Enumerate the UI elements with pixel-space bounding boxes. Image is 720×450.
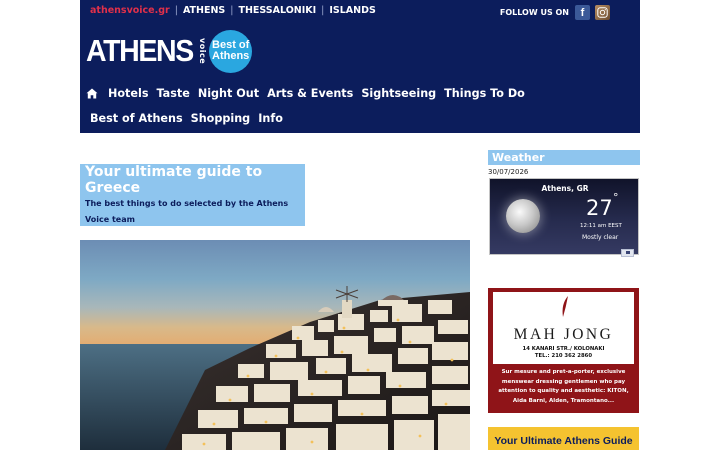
follow-label: FOLLOW US ON	[499, 8, 569, 17]
badge-line2: Athens	[212, 50, 250, 62]
facebook-icon[interactable]: f	[575, 5, 590, 20]
nav-arts-events[interactable]: Arts & Events	[263, 84, 357, 103]
weather-more-icon[interactable]	[621, 249, 634, 257]
nav-sightseeing[interactable]: Sightseeing	[357, 84, 440, 103]
ad-logo-panel: MAH JONG 14 KANARI STR./ KOLONAKI TEL.: …	[493, 292, 634, 364]
ad-address: 14 KANARI STR./ KOLONAKI	[522, 346, 605, 352]
nav-home[interactable]	[86, 84, 104, 103]
nav-best-of-athens[interactable]: Best of Athens	[86, 109, 187, 128]
weather-date: 30/07/2026	[488, 168, 529, 176]
santorini-photo	[80, 240, 470, 450]
intro-box: Your ultimate guide to Greece The best t…	[80, 164, 305, 226]
weather-heading: Weather	[488, 150, 640, 165]
logo-wordmark: ATHENS	[86, 33, 194, 68]
weather-temperature: 27	[586, 196, 613, 220]
hero-image[interactable]	[80, 240, 470, 450]
weather-more-glyph	[625, 251, 630, 254]
weather-time: 12:11 am EEST	[580, 223, 622, 229]
nav-info[interactable]: Info	[254, 109, 287, 128]
site-logo[interactable]: ATHENS voice Best of Athens	[86, 28, 253, 74]
feather-icon	[562, 296, 568, 317]
link-athens[interactable]: ATHENS	[183, 5, 225, 16]
main-nav: Hotels Taste Night Out Arts & Events Sig…	[86, 84, 626, 128]
separator: |	[321, 5, 325, 16]
best-of-athens-badge[interactable]: Best of Athens	[209, 29, 253, 73]
athens-guide-banner[interactable]: Your Ultimate Athens Guide	[488, 427, 639, 450]
moon-icon	[506, 199, 540, 233]
site-header: athensvoice.gr | ATHENS | THESSALONIKI |…	[80, 0, 640, 133]
intro-title: Your ultimate guide to Greece	[85, 164, 263, 196]
instagram-glyph	[597, 7, 608, 18]
link-islands[interactable]: ISLANDS	[329, 5, 375, 16]
separator: |	[174, 5, 178, 16]
nav-hotels[interactable]: Hotels	[104, 84, 152, 103]
degree-symbol: °	[613, 191, 619, 204]
nav-night-out[interactable]: Night Out	[194, 84, 263, 103]
link-thessaloniki[interactable]: THESSALONIKI	[238, 5, 316, 16]
nav-things-to-do[interactable]: Things To Do	[440, 84, 529, 103]
nav-taste[interactable]: Taste	[152, 84, 193, 103]
separator: |	[230, 5, 234, 16]
ad-phone: TEL.: 210 362 2860	[534, 353, 593, 359]
home-icon	[86, 88, 98, 99]
page: athensvoice.gr | ATHENS | THESSALONIKI |…	[80, 0, 640, 450]
mahjong-ad[interactable]: MAH JONG 14 KANARI STR./ KOLONAKI TEL.: …	[488, 288, 639, 413]
ad-brand-name: MAH JONG	[513, 326, 614, 343]
logo-voice: voice	[198, 37, 208, 65]
instagram-icon[interactable]	[595, 5, 610, 20]
intro-subtitle: The best things to do selected by the At…	[85, 199, 289, 224]
weather-widget[interactable]: Athens, GR 27 ° 12:11 am EEST Mostly cle…	[489, 178, 639, 255]
top-links: athensvoice.gr | ATHENS | THESSALONIKI |…	[90, 5, 376, 16]
nav-shopping[interactable]: Shopping	[187, 109, 255, 128]
ad-description: Sur mesure and pret-a-porter, exclusive …	[498, 369, 629, 404]
site-link[interactable]: athensvoice.gr	[90, 5, 170, 16]
follow-us: FOLLOW US ON f	[500, 5, 610, 20]
weather-condition: Mostly clear	[582, 234, 619, 241]
